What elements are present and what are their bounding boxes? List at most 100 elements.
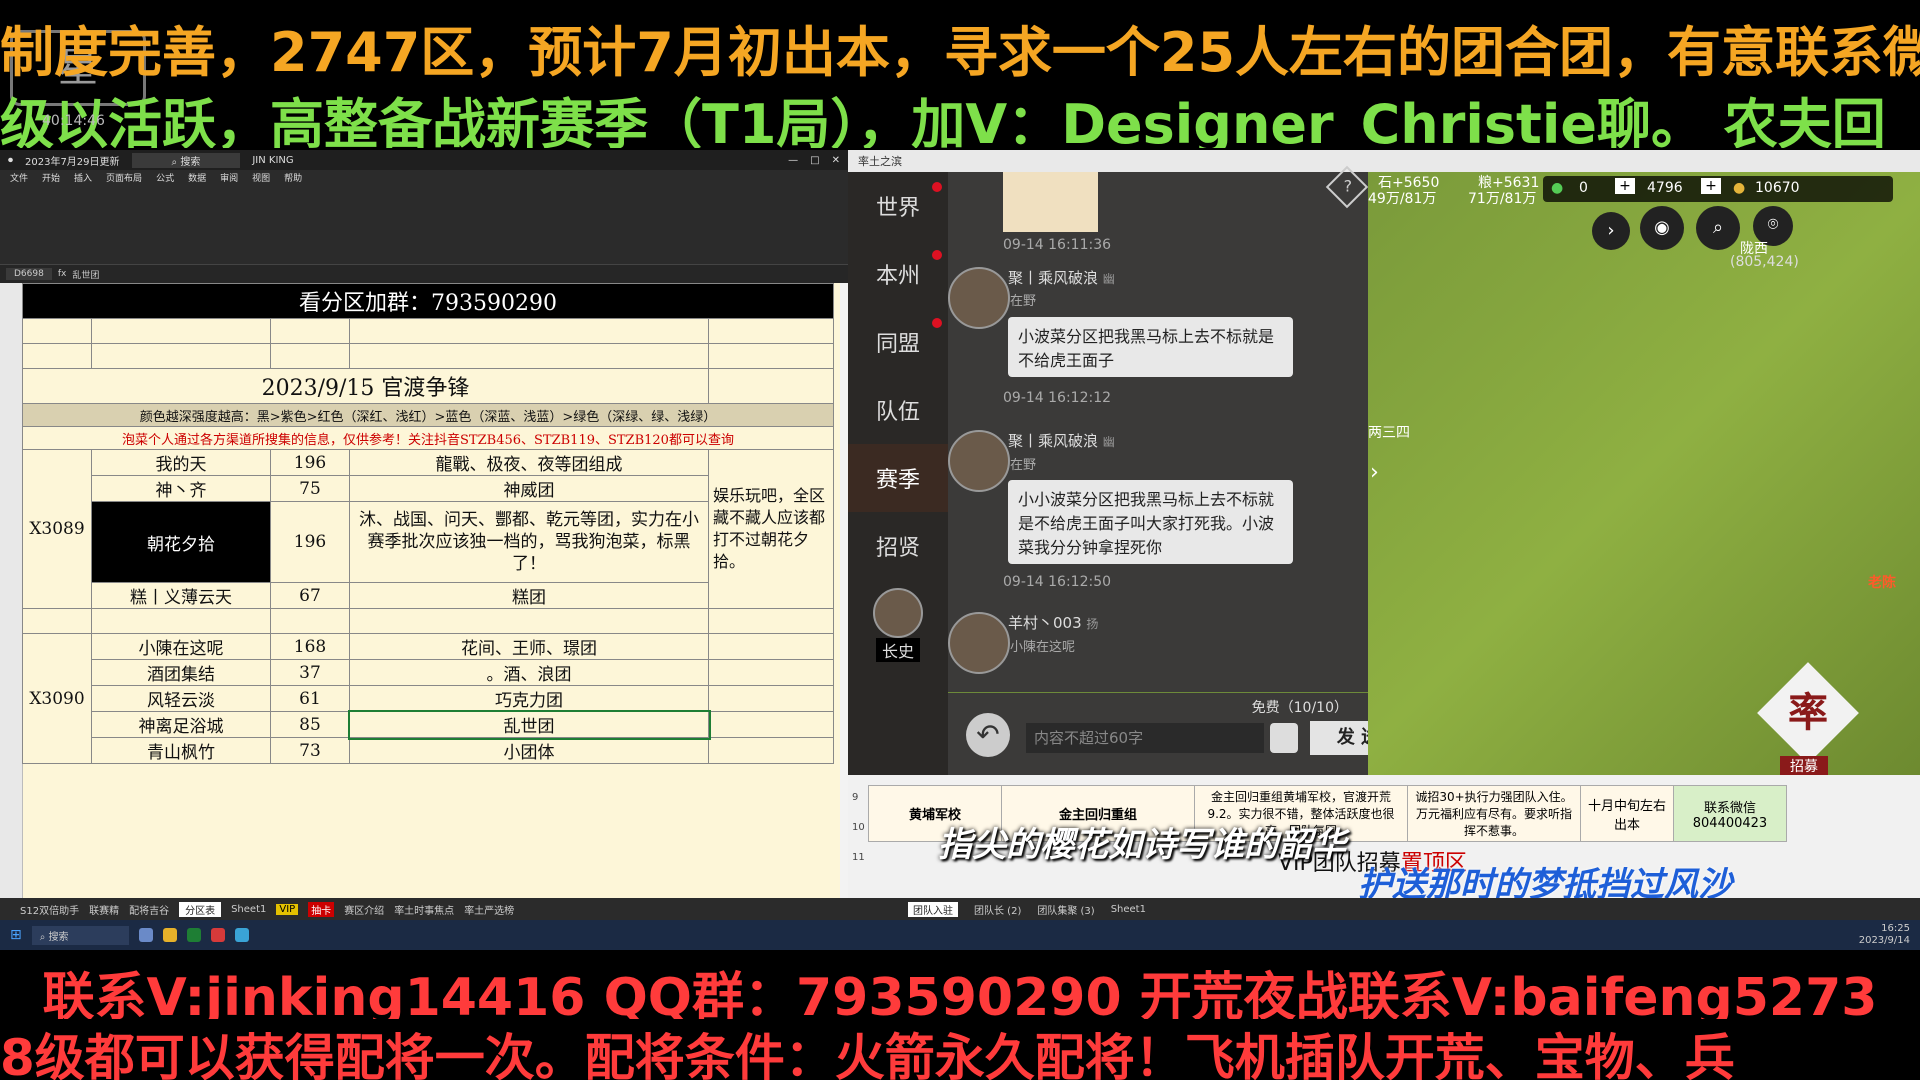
- team-name[interactable]: 我的天: [91, 449, 271, 476]
- table-cell[interactable]: 诚招30+执行力强团队入住。万元福利应有尽有。要求听指挥不惹事。: [1407, 785, 1581, 842]
- team-name[interactable]: 朝花夕拾: [91, 501, 271, 583]
- channel-team[interactable]: 队伍: [848, 376, 948, 444]
- team-name[interactable]: 糕丨义薄云天: [91, 582, 271, 609]
- sheet-tab[interactable]: VIP: [276, 903, 299, 915]
- team-count[interactable]: 67: [270, 582, 350, 609]
- team-note[interactable]: 龍戰、极夜、夜等团组成: [349, 449, 709, 476]
- team-name[interactable]: 神离足浴城: [91, 711, 271, 738]
- sheet-tab[interactable]: 团队集聚 (3): [1037, 902, 1094, 917]
- add-jade-button[interactable]: +: [1615, 178, 1635, 194]
- excel-ribbon[interactable]: [0, 184, 848, 265]
- channel-state[interactable]: 本州: [848, 240, 948, 308]
- team-note[interactable]: 巧克力团: [349, 685, 709, 712]
- team-count[interactable]: 37: [270, 659, 350, 686]
- table-cell[interactable]: 联系微信804400423: [1673, 785, 1787, 842]
- sender-avatar[interactable]: [948, 612, 1010, 674]
- zone-label[interactable]: X3090: [22, 633, 92, 764]
- chat-input[interactable]: 内容不超过60字: [1026, 723, 1264, 753]
- team-count[interactable]: 168: [270, 633, 350, 660]
- channel-alliance[interactable]: 同盟: [848, 308, 948, 376]
- team-note[interactable]: 花间、王师、璟团: [349, 633, 709, 660]
- sheet-tab[interactable]: 抽卡: [308, 901, 335, 917]
- app-icon[interactable]: [162, 928, 177, 942]
- team-note[interactable]: 。酒、浪团: [349, 659, 709, 686]
- formula-input[interactable]: 乱世团: [72, 268, 99, 281]
- help-icon[interactable]: ?: [1325, 165, 1369, 209]
- team-count[interactable]: 196: [270, 501, 350, 583]
- team-count[interactable]: 61: [270, 685, 350, 712]
- menu-item[interactable]: 页面布局: [106, 171, 142, 184]
- menu-item[interactable]: 审阅: [220, 171, 238, 184]
- team-name[interactable]: 小陳在这呢: [91, 633, 271, 660]
- team-count[interactable]: 196: [270, 449, 350, 476]
- sheet-tab[interactable]: 率土严选榜: [464, 902, 514, 917]
- eye-icon[interactable]: ◉: [1640, 206, 1684, 250]
- sender-name[interactable]: 聚丨乘风破浪: [1008, 269, 1098, 287]
- windows-start-icon[interactable]: ⊞: [10, 927, 22, 943]
- app-icon[interactable]: [210, 928, 225, 942]
- sender-avatar[interactable]: [948, 267, 1010, 329]
- recruit-emblem[interactable]: 率: [1757, 662, 1859, 764]
- close-icon[interactable]: ✕: [832, 155, 840, 166]
- sheet-tab-active[interactable]: 分区表: [179, 901, 222, 917]
- team-note[interactable]: 糕团: [349, 582, 709, 609]
- team-name[interactable]: 神丶齐: [91, 475, 271, 502]
- menu-item[interactable]: 插入: [74, 171, 92, 184]
- app-icon[interactable]: [138, 928, 153, 942]
- maximize-icon[interactable]: □: [810, 155, 819, 166]
- menu-item[interactable]: 公式: [156, 171, 174, 184]
- name-box[interactable]: D6698: [6, 268, 52, 280]
- channel-world[interactable]: 世界: [848, 172, 948, 240]
- npc-label[interactable]: 老陈: [1868, 572, 1896, 592]
- table-cell[interactable]: 十月中旬左右出本: [1580, 785, 1674, 842]
- team-note[interactable]: 神威团: [349, 475, 709, 502]
- date-title[interactable]: 2023/9/15 官渡争锋: [22, 368, 709, 404]
- sheet-tab-active[interactable]: 团队入驻: [908, 901, 958, 917]
- menu-item[interactable]: 数据: [188, 171, 206, 184]
- autosave-toggle[interactable]: ⏺: [8, 155, 13, 166]
- team-name[interactable]: 酒团集结: [91, 659, 271, 686]
- sheet-tab[interactable]: 赛区介绍: [344, 902, 384, 917]
- channel-season[interactable]: 赛季: [848, 444, 948, 512]
- team-count[interactable]: 85: [270, 711, 350, 738]
- minimize-icon[interactable]: —: [788, 155, 798, 166]
- chat-panel[interactable]: 09-14 16:11:36 聚丨乘风破浪 幽 在野 小波菜分区把我黑马标上去不…: [948, 165, 1369, 692]
- team-note[interactable]: 沐、战国、问天、酆都、乾元等团，实力在小赛季批次应该独一档的，骂我狗泡菜，标黑了…: [349, 501, 709, 583]
- selected-cell[interactable]: 乱世团: [347, 709, 711, 740]
- clock[interactable]: 16:25 2023/9/14: [1859, 923, 1910, 947]
- sheet-tab[interactable]: S12双倍助手: [20, 902, 79, 917]
- role-badge[interactable]: 长史: [848, 580, 948, 670]
- back-icon[interactable]: ↶: [966, 713, 1010, 757]
- expand-arrow-icon[interactable]: ›: [1592, 212, 1630, 250]
- emoji-icon[interactable]: [1270, 723, 1298, 753]
- zone-label[interactable]: X3089: [22, 449, 92, 609]
- team-count[interactable]: 73: [270, 737, 350, 764]
- add-gold-button[interactable]: +: [1701, 178, 1721, 194]
- sender-avatar[interactable]: [948, 430, 1010, 492]
- search-box[interactable]: ⌕ 搜索: [131, 152, 241, 168]
- sheet-tab[interactable]: 团队长 (2): [974, 902, 1021, 917]
- notice-row[interactable]: 泡菜个人通过各方渠道所搜集的信息，仅供参考！关注抖音STZB456、STZB11…: [22, 426, 834, 450]
- sheet-header[interactable]: 看分区加群：793590290: [22, 283, 834, 319]
- team-count[interactable]: 75: [270, 475, 350, 502]
- app-icon[interactable]: [186, 928, 201, 942]
- zone-remark[interactable]: 娱乐玩吧，全区藏不藏人应该都打不过朝花夕拾。: [708, 449, 834, 609]
- search-icon[interactable]: ⌕: [1696, 206, 1740, 250]
- menu-item[interactable]: 开始: [42, 171, 60, 184]
- sheet-tab[interactable]: 配将吉谷: [129, 902, 169, 917]
- menu-item[interactable]: 帮助: [284, 171, 302, 184]
- sender-name[interactable]: 羊村丶003: [1008, 614, 1082, 632]
- team-name[interactable]: 青山枫竹: [91, 737, 271, 764]
- spreadsheet-grid[interactable]: 看分区加群：793590290 2023/9/15 官渡争锋 颜色越深强度越高：…: [0, 283, 840, 898]
- collapse-arrow-icon[interactable]: ›: [1370, 460, 1379, 485]
- team-note[interactable]: 小团体: [349, 737, 709, 764]
- channel-recruit[interactable]: 招贤: [848, 512, 948, 580]
- menu-item[interactable]: 文件: [10, 171, 28, 184]
- sheet-tab[interactable]: Sheet1: [231, 904, 266, 915]
- recruit-button[interactable]: 招募: [1780, 756, 1828, 775]
- world-map[interactable]: 石+5650 49万/81万 粮+5631 71万/81万 ● 0 + 4796…: [1368, 172, 1920, 775]
- team-name[interactable]: 风轻云淡: [91, 685, 271, 712]
- menu-item[interactable]: 视图: [252, 171, 270, 184]
- sender-name[interactable]: 聚丨乘风破浪: [1008, 432, 1098, 450]
- sheet-tab[interactable]: Sheet1: [1111, 904, 1146, 915]
